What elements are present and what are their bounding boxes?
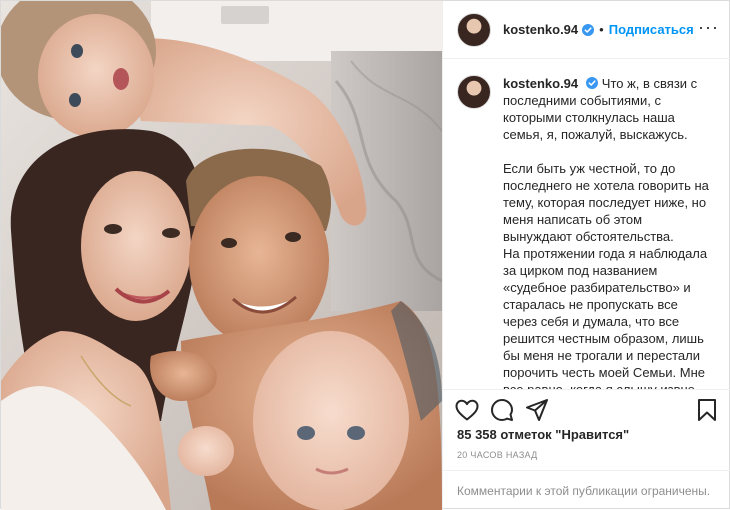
separator-dot: •	[599, 22, 604, 37]
caption-username-link[interactable]: kostenko.94	[503, 76, 578, 91]
post-photo[interactable]	[1, 1, 442, 510]
caption-paragraph: старалась не пропускать все через себя и…	[503, 297, 705, 389]
caption-row: kostenko.94 Что ж, в связи с последними …	[457, 75, 713, 389]
instagram-post: kostenko.94 • Подписаться ··· kostenko.9…	[0, 0, 730, 510]
caption-paragraph: На протяжении года я наблюдала за цирком…	[503, 246, 708, 295]
post-header: kostenko.94 • Подписаться ···	[443, 1, 730, 59]
heart-icon[interactable]	[455, 399, 479, 421]
caption-area: kostenko.94 Что ж, в связи с последними …	[443, 59, 730, 389]
likes-count[interactable]: 85 358 отметок "Нравится"	[457, 427, 629, 442]
paper-plane-icon[interactable]	[526, 399, 548, 421]
caption-paragraph: Если быть уж честной, то до последнего н…	[503, 161, 709, 244]
caption-avatar[interactable]	[457, 75, 491, 109]
avatar[interactable]	[457, 12, 491, 47]
post-timestamp[interactable]: 20 часов назад	[457, 450, 538, 460]
bookmark-icon[interactable]	[697, 399, 717, 421]
verified-badge-icon	[585, 77, 598, 89]
username-link[interactable]: kostenko.94	[503, 22, 578, 37]
follow-button[interactable]: Подписаться	[609, 22, 694, 37]
comments-restricted-notice: Комментарии к этой публикации ограничены…	[443, 470, 730, 510]
more-options-icon[interactable]: ···	[698, 18, 719, 36]
caption-text: kostenko.94 Что ж, в связи с последними …	[503, 75, 713, 389]
verified-badge-icon	[582, 23, 595, 36]
post-side-panel: kostenko.94 • Подписаться ··· kostenko.9…	[442, 1, 730, 510]
family-photo-image	[1, 1, 442, 510]
action-bar	[443, 389, 730, 427]
comment-icon[interactable]	[491, 399, 513, 421]
